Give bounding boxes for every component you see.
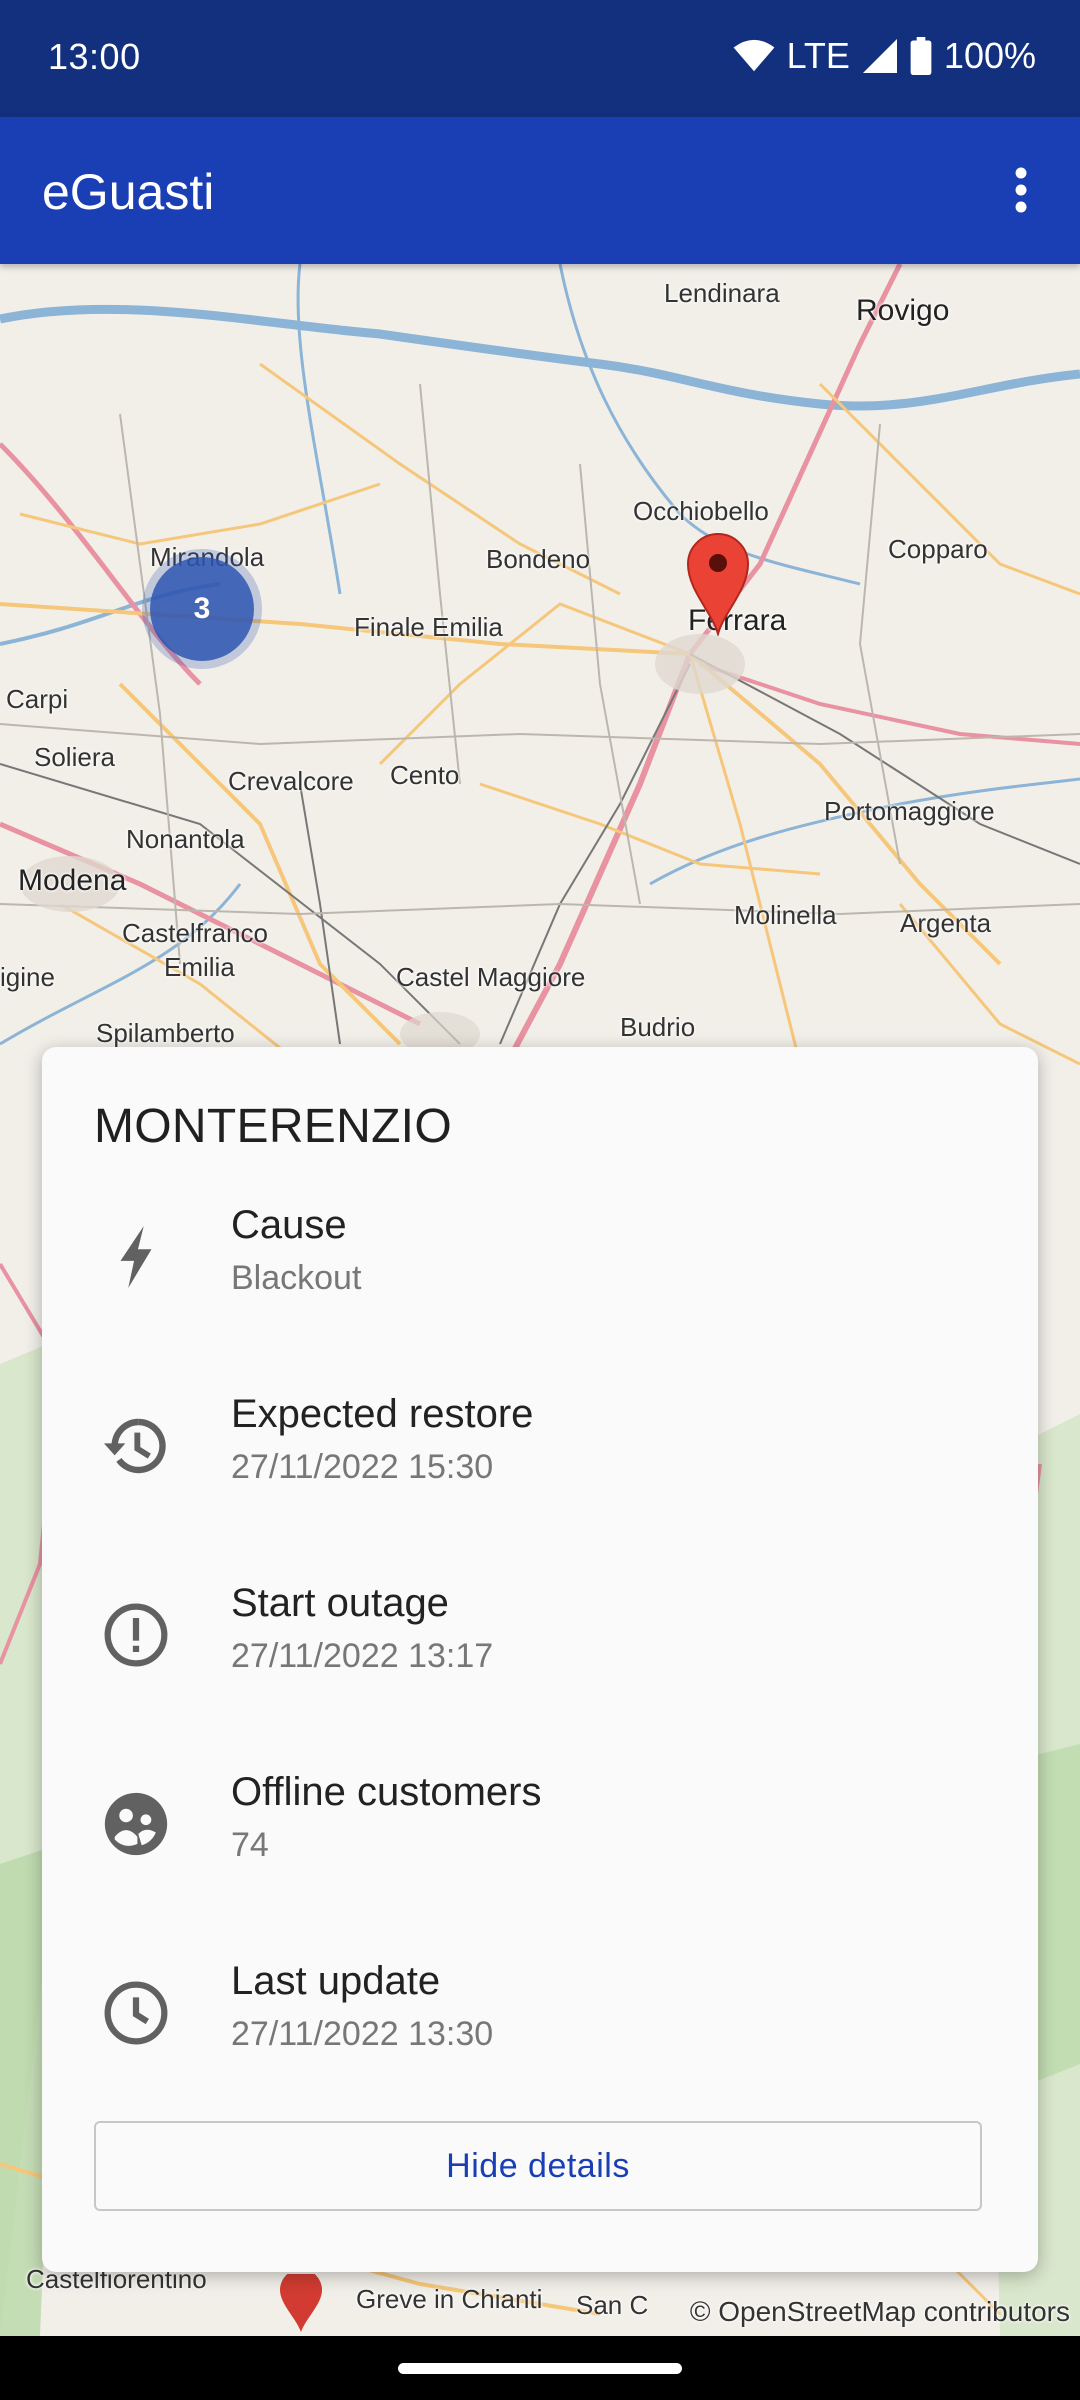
bolt-icon — [100, 1221, 172, 1293]
map-label: Occhiobello — [633, 496, 769, 526]
detail-value: 27/11/2022 15:30 — [231, 1448, 494, 1486]
navigation-bar — [0, 2336, 1080, 2400]
map-label: Portomaggiore — [824, 796, 995, 826]
map-label: Emilia — [164, 952, 235, 982]
hide-details-button[interactable]: Hide details — [94, 2121, 982, 2211]
outage-details-card: MONTERENZIO Cause Blackout Expected rest… — [42, 1047, 1038, 2272]
network-type: LTE — [786, 35, 850, 76]
map-label: San C — [576, 2290, 649, 2320]
map-label: Finale Emilia — [354, 612, 503, 642]
detail-row-offline-customers: Offline customers 74 — [42, 1770, 1038, 1890]
map-label: Spilamberto — [96, 1018, 235, 1048]
detail-value: Blackout — [231, 1259, 362, 1297]
app-title: eGuasti — [42, 164, 215, 220]
detail-label: Last update — [231, 1959, 441, 2003]
detail-row-start-outage: Start outage 27/11/2022 13:17 — [42, 1581, 1038, 1701]
detail-value: 27/11/2022 13:30 — [231, 2015, 494, 2053]
map-label: Castel Maggiore — [396, 962, 586, 992]
map-label: Modena — [18, 864, 127, 897]
map-label: Argenta — [900, 908, 992, 938]
marker-cluster[interactable]: 3 — [150, 557, 254, 661]
map-label: Budrio — [620, 1012, 696, 1042]
map-label: Copparo — [888, 534, 988, 564]
map-label: Soliera — [34, 742, 115, 772]
location-pin-icon[interactable] — [686, 532, 750, 636]
home-gesture-handle[interactable] — [398, 2363, 682, 2374]
detail-value: 74 — [231, 1826, 269, 1864]
map-label: Castelfranco — [122, 918, 268, 948]
map-label: Molinella — [734, 900, 837, 930]
location-title: MONTERENZIO — [94, 1100, 452, 1153]
more-vert-icon — [1015, 167, 1027, 213]
map-label: Cento — [390, 760, 460, 790]
overflow-menu-button[interactable] — [986, 155, 1056, 225]
detail-row-cause: Cause Blackout — [42, 1203, 1038, 1323]
detail-label: Start outage — [231, 1581, 449, 1625]
status-icons: LTE 100% — [733, 34, 1036, 78]
map-label: Nonantola — [126, 824, 245, 854]
signal-icon — [862, 39, 897, 73]
app-bar: eGuasti — [0, 117, 1080, 264]
map-label: Carpi — [6, 684, 69, 714]
clock-icon — [100, 1977, 172, 2049]
battery-icon — [910, 37, 932, 75]
history-icon — [100, 1410, 172, 1482]
wifi-icon — [733, 39, 774, 72]
detail-row-last-update: Last update 27/11/2022 13:30 — [42, 1959, 1038, 2079]
status-bar: 13:00 LTE 100% — [0, 0, 1080, 117]
map-label: Crevalcore — [228, 766, 354, 796]
location-pin-icon[interactable] — [276, 2274, 326, 2334]
detail-label: Expected restore — [231, 1392, 534, 1436]
map-label: Rovigo — [856, 294, 950, 327]
map-label: Lendinara — [664, 278, 780, 308]
map-label: Bondeno — [486, 544, 591, 574]
map-attribution[interactable]: © OpenStreetMap contributors — [690, 2296, 1070, 2328]
status-time: 13:00 — [48, 36, 141, 77]
map-label: igine — [0, 962, 55, 992]
battery-percent: 100% — [943, 35, 1036, 76]
detail-label: Offline customers — [231, 1770, 542, 1814]
detail-row-expected-restore: Expected restore 27/11/2022 15:30 — [42, 1392, 1038, 1512]
error-outline-icon — [100, 1599, 172, 1671]
map-label: Greve in Chianti — [356, 2284, 543, 2314]
detail-label: Cause — [231, 1203, 347, 1247]
detail-value: 27/11/2022 13:17 — [231, 1637, 494, 1675]
people-icon — [100, 1788, 172, 1860]
